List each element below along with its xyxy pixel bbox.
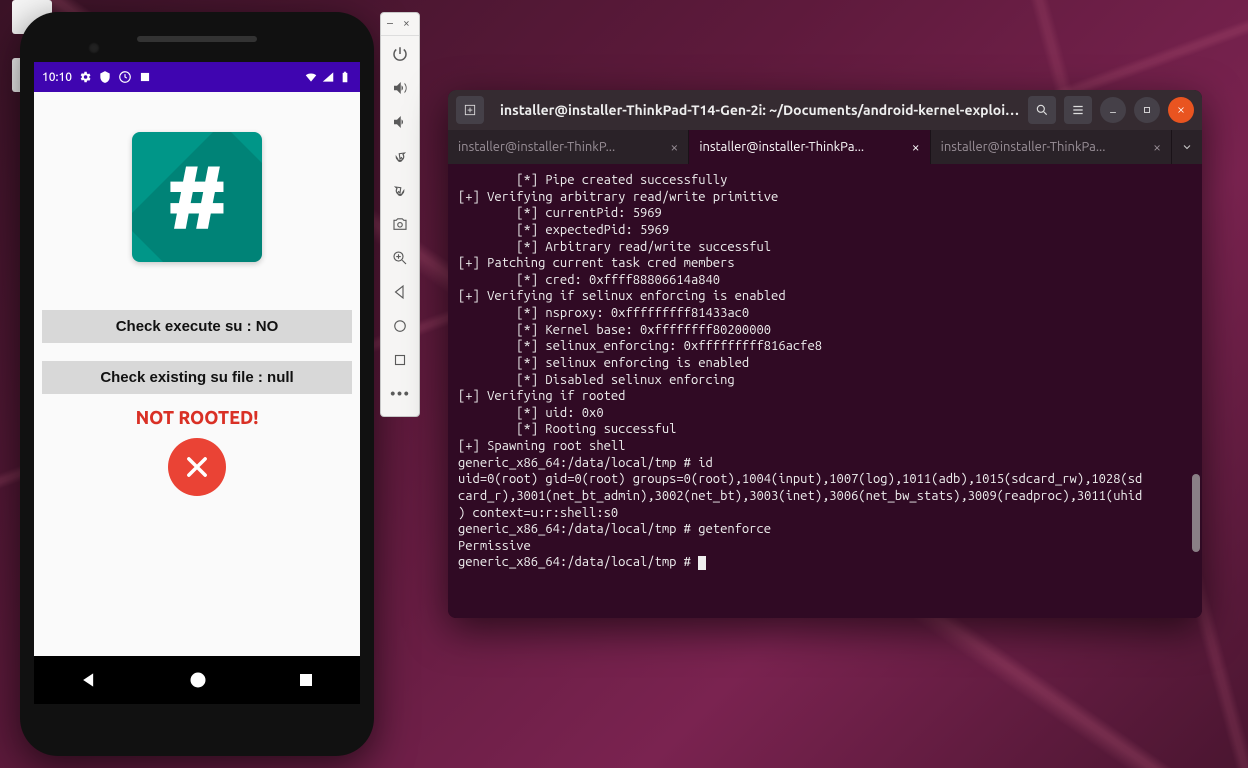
more-button[interactable]: ••• (384, 378, 416, 410)
phone-speaker (137, 36, 257, 42)
terminal-titlebar[interactable]: installer@installer-ThinkPad-T14-Gen-2i:… (448, 90, 1202, 130)
emulator-controls-sidebar: – × ••• (380, 12, 420, 417)
home-nav-icon[interactable] (188, 670, 208, 690)
back-nav-icon[interactable] (79, 670, 99, 690)
menu-button[interactable] (1064, 96, 1092, 124)
status-bar: 10:10 (34, 62, 360, 92)
android-navbar (34, 656, 360, 704)
tab-label: installer@installer-ThinkPa... (941, 140, 1106, 154)
volume-down-button[interactable] (384, 106, 416, 138)
terminal-tab-1[interactable]: installer@installer-ThinkP... × (448, 130, 689, 164)
back-button[interactable] (384, 276, 416, 308)
maximize-window-button[interactable] (1134, 97, 1160, 123)
check-su-file-button[interactable]: Check existing su file : null (42, 361, 352, 394)
not-rooted-x-icon (168, 438, 226, 496)
terminal-body[interactable]: [*] Pipe created successfully [+] Verify… (448, 164, 1202, 618)
clock-text: 10:10 (42, 71, 72, 84)
scrollbar-thumb[interactable] (1192, 474, 1200, 552)
terminal-window: installer@installer-ThinkPad-T14-Gen-2i:… (448, 90, 1202, 618)
close-window-button[interactable] (1168, 97, 1194, 123)
terminal-tab-2[interactable]: installer@installer-ThinkPa... × (689, 130, 930, 164)
tab-close-icon[interactable]: × (1147, 139, 1161, 155)
x-icon (183, 453, 211, 481)
new-tab-button[interactable] (456, 96, 484, 124)
zoom-in-button[interactable] (384, 242, 416, 274)
emulator-window-controls: – × (381, 19, 419, 36)
volume-up-button[interactable] (384, 72, 416, 104)
minimize-window-button[interactable] (1100, 97, 1126, 123)
shield-icon (98, 70, 112, 84)
rotate-left-button[interactable] (384, 140, 416, 172)
signal-icon (321, 70, 335, 84)
android-emulator-phone: 10:10 # Check execute su : NO Check exis… (20, 12, 374, 756)
battery-icon (338, 70, 352, 84)
camera-button[interactable] (384, 208, 416, 240)
square-icon (138, 70, 152, 84)
tab-label: installer@installer-ThinkP... (458, 140, 615, 154)
tab-close-icon[interactable]: × (906, 139, 920, 155)
terminal-title: installer@installer-ThinkPad-T14-Gen-2i:… (492, 102, 1020, 118)
tab-close-icon[interactable]: × (664, 139, 678, 155)
check-su-button[interactable]: Check execute su : NO (42, 310, 352, 343)
terminal-tab-3[interactable]: installer@installer-ThinkPa... × (931, 130, 1172, 164)
cursor (698, 556, 706, 570)
terminal-scrollbar[interactable] (1190, 164, 1200, 618)
close-icon[interactable]: × (403, 19, 413, 29)
wifi-icon (304, 70, 318, 84)
power-button[interactable] (384, 38, 416, 70)
terminal-output: [*] Pipe created successfully [+] Verify… (458, 173, 1142, 569)
clock-icon (118, 70, 132, 84)
phone-screen: 10:10 # Check execute su : NO Check exis… (34, 62, 360, 704)
home-button[interactable] (384, 310, 416, 342)
root-checker-icon: # (132, 132, 262, 262)
tab-dropdown-button[interactable] (1172, 130, 1202, 164)
gear-icon (78, 70, 92, 84)
tab-label: installer@installer-ThinkPa... (699, 140, 864, 154)
recents-nav-icon[interactable] (297, 671, 315, 689)
app-body: # Check execute su : NO Check existing s… (34, 92, 360, 704)
not-rooted-label: NOT ROOTED! (136, 408, 259, 428)
rotate-right-button[interactable] (384, 174, 416, 206)
phone-camera (88, 42, 100, 54)
minimize-icon[interactable]: – (387, 19, 397, 29)
search-button[interactable] (1028, 96, 1056, 124)
hash-symbol: # (166, 152, 229, 242)
terminal-tabs: installer@installer-ThinkP... × installe… (448, 130, 1202, 164)
chevron-down-icon (1181, 141, 1193, 153)
overview-button[interactable] (384, 344, 416, 376)
